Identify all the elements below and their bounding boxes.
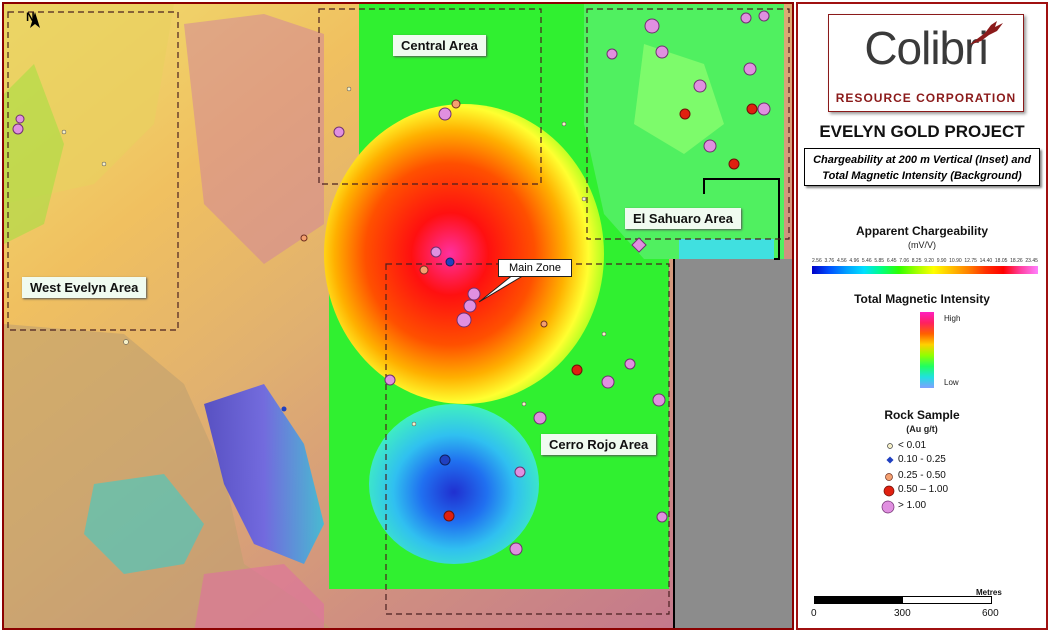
- chargeability-title: Apparent Chargeability: [855, 224, 989, 238]
- magnetic-low-label: Low: [944, 378, 959, 387]
- scale-label-600: 600: [982, 608, 999, 619]
- central-area-label[interactable]: Central Area: [393, 35, 486, 56]
- sample-symbol-very-high: [881, 500, 895, 514]
- map-subtitle-line-2: Total Magnetic Intensity (Background): [822, 170, 1022, 182]
- sample-label-very-high: > 1.00: [898, 500, 927, 511]
- chargeability-tick: 18.05: [994, 258, 1008, 264]
- sample-label-low: 0.10 - 0.25: [898, 454, 946, 465]
- main-zone-callout[interactable]: Main Zone: [498, 259, 572, 277]
- sample-symbol-trace: [887, 443, 893, 449]
- chargeability-tick: 9.90: [936, 258, 947, 264]
- chargeability-tick-labels: 2.56 3.76 4.56 4.96 5.46 5.85 6.45 7.06 8.25 9.20…: [812, 258, 1038, 264]
- chargeability-tick: 9.20: [924, 258, 934, 264]
- el-sahuaro-area-label[interactable]: El Sahuaro Area: [625, 208, 741, 229]
- rock-sample-legend-item: < 0.01: [887, 440, 927, 454]
- map-panel[interactable]: N Central Area West Evelyn Area El Sahua…: [2, 2, 794, 630]
- chargeability-tick: 5.46: [861, 258, 872, 264]
- logo-subtitle: RESOURCE CORPORATION: [835, 91, 1017, 105]
- sample-symbol-low: [886, 456, 894, 464]
- rock-sample-unit: (Au g/t): [906, 424, 938, 434]
- scale-label-0: 0: [811, 608, 817, 619]
- magnetic-high-label: High: [944, 314, 961, 323]
- scale-bar-segment: [815, 597, 903, 603]
- chargeability-tick: 7.06: [899, 258, 910, 264]
- chargeability-tick: 14.40: [979, 258, 993, 264]
- sample-symbol-high: [883, 485, 895, 497]
- project-title: EVELYN GOLD PROJECT: [819, 122, 1025, 141]
- rock-sample-legend-item: 0.25 - 0.50: [885, 470, 946, 484]
- scale-label-300: 300: [894, 608, 911, 619]
- chargeability-tick: 23.45: [1025, 258, 1038, 264]
- chargeability-unit: (mV/V): [908, 240, 936, 250]
- chargeability-tick: 4.96: [849, 258, 860, 264]
- company-logo: Colibri RESOURCE CORPORATION: [828, 14, 1024, 112]
- chargeability-tick: 8.25: [911, 258, 922, 264]
- cerro-rojo-area-label[interactable]: Cerro Rojo Area: [541, 434, 657, 455]
- scale-bar: [814, 596, 992, 604]
- rock-sample-legend-item: > 1.00: [881, 500, 927, 514]
- chargeability-tick: 6.45: [886, 258, 897, 264]
- hummingbird-icon: [969, 21, 1003, 45]
- map-subtitle-line-1: Chargeability at 200 m Vertical (Inset) …: [813, 154, 1031, 166]
- north-arrow-label: N: [26, 10, 35, 24]
- chargeability-tick: 10.90: [949, 258, 962, 264]
- chargeability-color-bar: [812, 266, 1038, 274]
- rock-sample-legend-item: 0.50 – 1.00: [883, 484, 949, 498]
- map-subtitle: Chargeability at 200 m Vertical (Inset) …: [804, 148, 1040, 186]
- chargeability-tick: 4.56: [836, 258, 847, 264]
- map-graphic: [4, 4, 792, 628]
- magnetic-color-bar: [920, 312, 934, 388]
- sample-label-high: 0.50 – 1.00: [898, 484, 949, 495]
- sample-label-mid: 0.25 - 0.50: [898, 470, 946, 481]
- legend-panel: Colibri RESOURCE CORPORATION EVELYN GOLD…: [796, 2, 1048, 630]
- rock-sample-legend-item: 0.10 - 0.25: [886, 454, 946, 468]
- magnetic-title: Total Magnetic Intensity: [854, 292, 990, 306]
- chargeability-tick: 3.76: [824, 258, 835, 264]
- chargeability-tick: 12.75: [964, 258, 977, 264]
- chargeability-tick: 18.26: [1010, 258, 1023, 264]
- chargeability-tick: 5.85: [874, 258, 885, 264]
- rock-sample-title: Rock Sample: [884, 408, 960, 422]
- sample-symbol-mid: [885, 473, 893, 481]
- sample-label-trace: < 0.01: [898, 440, 927, 451]
- west-evelyn-area-label[interactable]: West Evelyn Area: [22, 277, 147, 298]
- chargeability-tick: 2.56: [812, 258, 822, 264]
- figure-frame: N Central Area West Evelyn Area El Sahua…: [0, 0, 1050, 632]
